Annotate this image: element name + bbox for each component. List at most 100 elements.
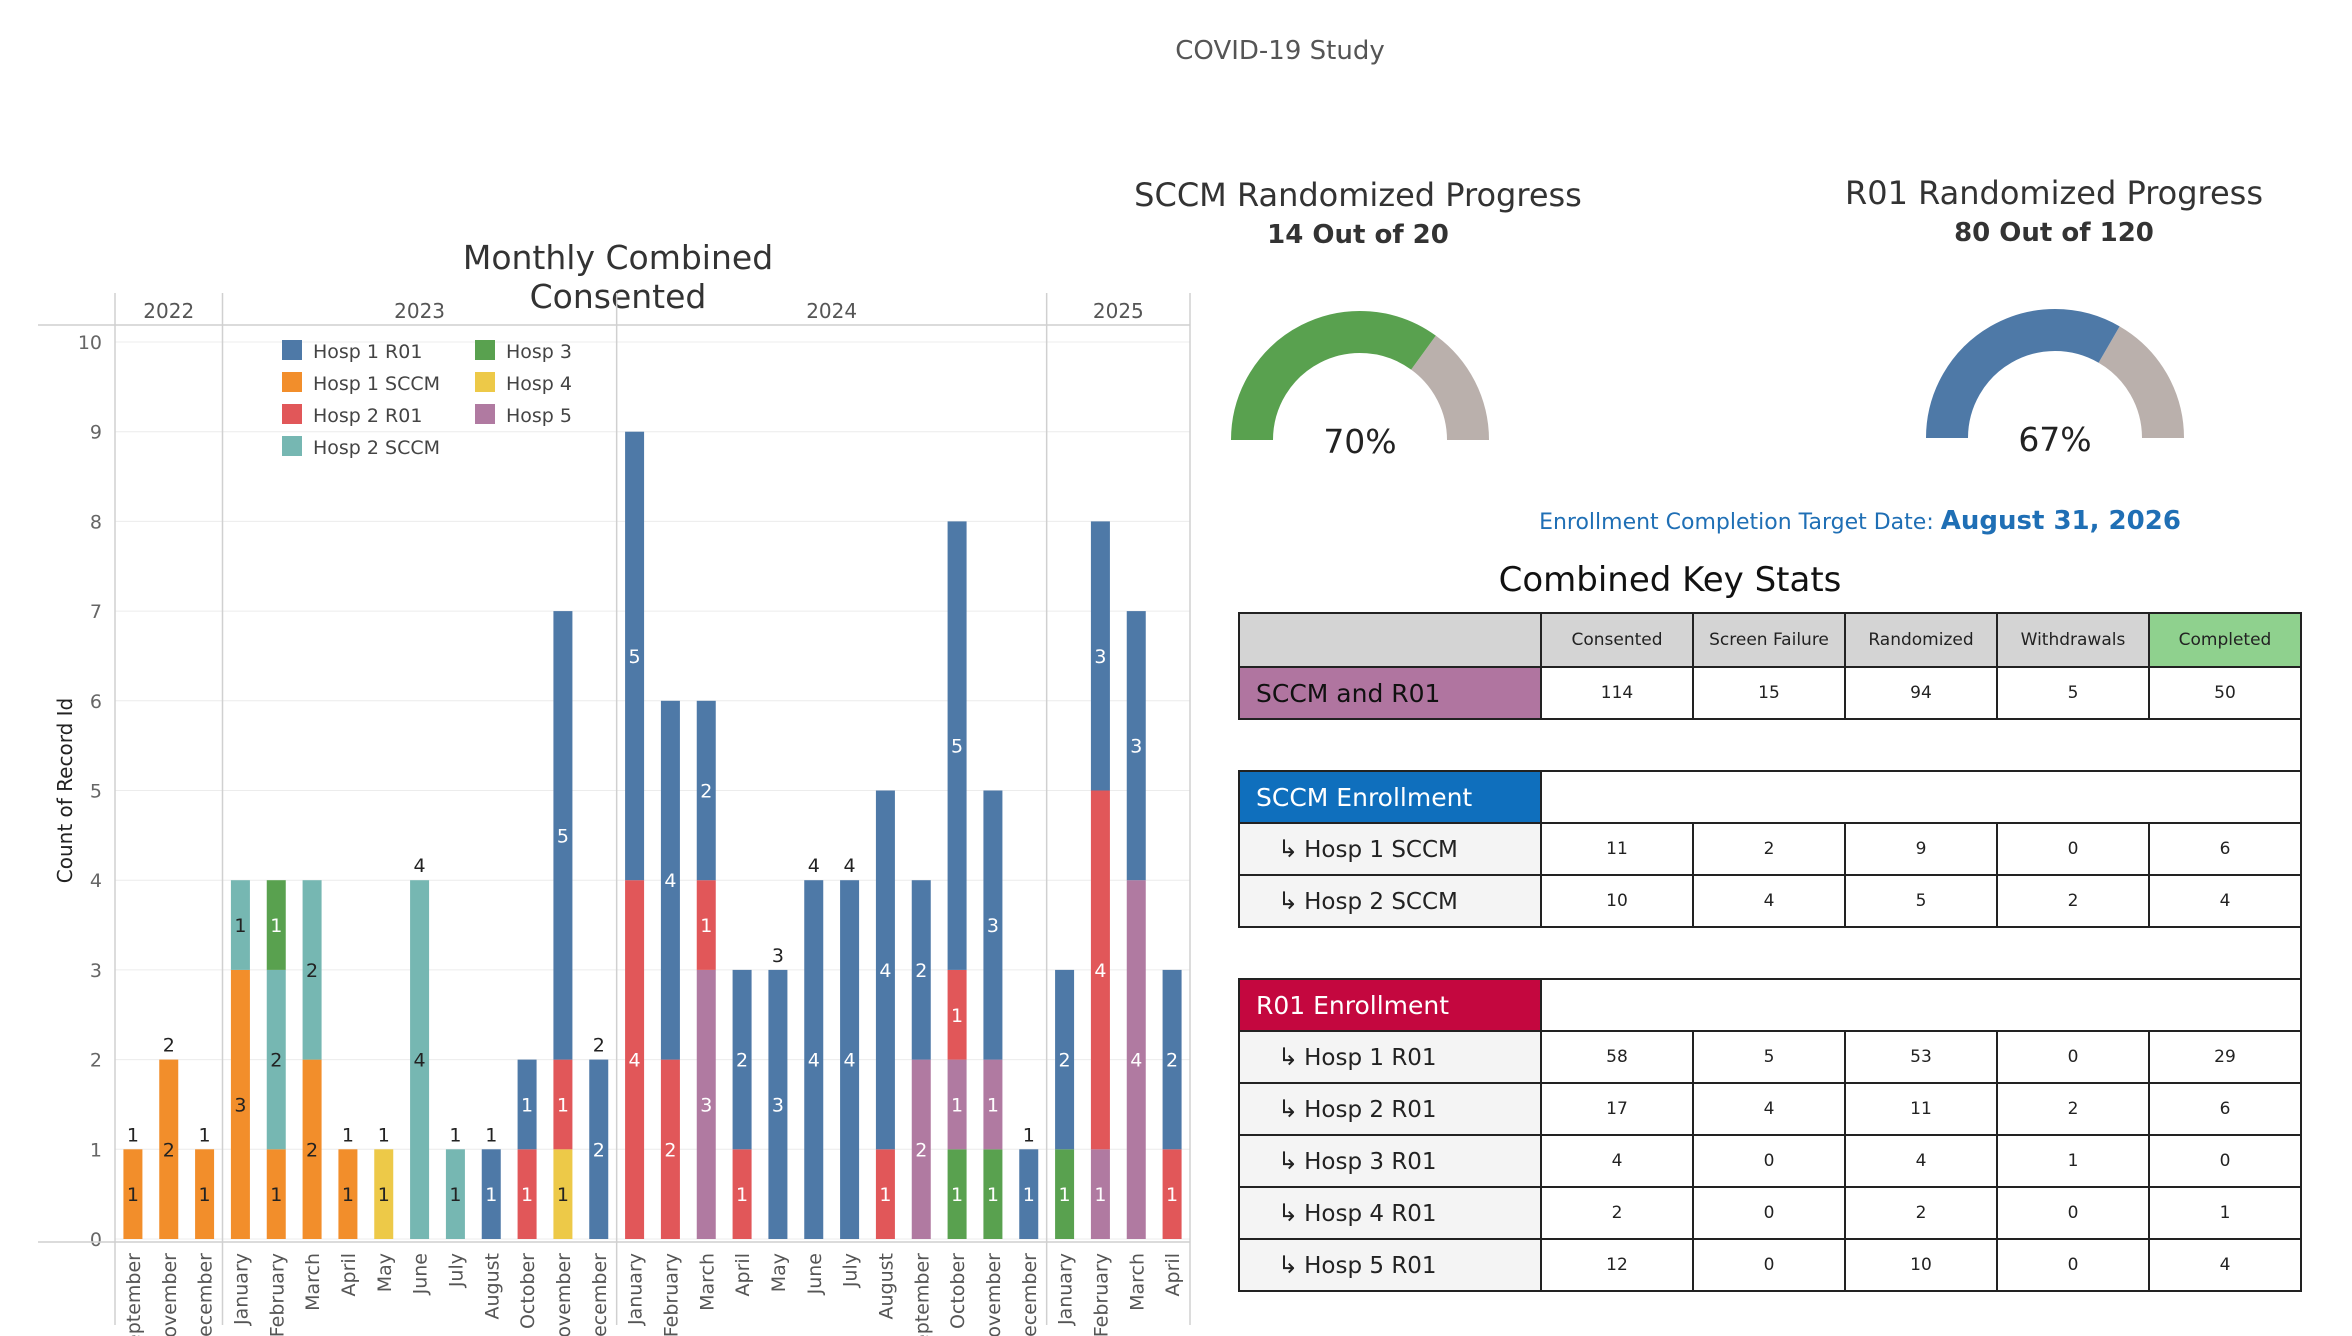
segment-label: 3	[987, 915, 999, 937]
legend-swatch	[282, 340, 302, 360]
segment-label: 4	[664, 870, 676, 892]
sccm-gauge-title: SCCM Randomized Progress	[1134, 176, 1582, 214]
y-tick-label: 3	[90, 960, 102, 982]
segment-label: 2	[736, 1050, 748, 1072]
segment-label: 2	[700, 781, 712, 803]
page-title: COVID-19 Study	[1175, 36, 1385, 66]
segment-label: 1	[951, 1184, 963, 1206]
stats-section-label: R01 Enrollment	[1238, 978, 1542, 1032]
stats-row-sccm-section: SCCM Enrollment	[1238, 770, 2302, 824]
bar-total-label: 4	[808, 855, 820, 877]
legend-label: Hosp 1 R01	[313, 341, 422, 363]
segment-label: 3	[1130, 736, 1142, 758]
stats-cell: 94	[1844, 666, 1998, 720]
stats-cell: 5	[1996, 666, 2150, 720]
stats-cell: 0	[1996, 822, 2150, 876]
bar-total-label: 3	[772, 945, 784, 967]
segment-label: 1	[270, 915, 282, 937]
stats-cell: 114	[1540, 666, 1694, 720]
segment-label: 2	[163, 1139, 175, 1161]
stats-row-label: ↳ Hosp 1 SCCM	[1238, 822, 1542, 876]
segment-label: 3	[772, 1094, 784, 1116]
x-tick-label: March	[696, 1253, 718, 1311]
x-tick-label: January	[625, 1253, 647, 1326]
legend-swatch	[475, 404, 495, 424]
segment-label: 1	[342, 1184, 354, 1206]
table-row: ↳ Hosp 2 SCCM 10 4 5 2 4	[1238, 874, 2302, 928]
segment-label: 1	[557, 1184, 569, 1206]
stats-section-label: SCCM Enrollment	[1238, 770, 1542, 824]
x-tick-label: April	[732, 1253, 754, 1296]
segment-label: 4	[1130, 1050, 1142, 1072]
stats-cell: 2	[1692, 822, 1846, 876]
segment-label: 3	[1094, 646, 1106, 668]
x-tick-label: December	[195, 1253, 217, 1336]
y-tick-label: 6	[90, 691, 102, 713]
stats-section-blank	[1541, 978, 2302, 1032]
x-tick-label: November	[159, 1253, 181, 1336]
segment-label: 1	[879, 1184, 891, 1206]
stats-cell: 29	[2148, 1030, 2302, 1084]
stats-cell: 17	[1540, 1082, 1694, 1136]
stats-row-label-text: Hosp 2 SCCM	[1304, 889, 1458, 915]
legend-swatch	[475, 372, 495, 392]
enrollment-target-date: August 31, 2026	[1940, 506, 2181, 536]
stats-cell: 2	[1996, 874, 2150, 928]
enrollment-target: Enrollment Completion Target Date: Augus…	[1330, 506, 2352, 536]
segment-label: 1	[951, 1005, 963, 1027]
segment-label: 1	[951, 1094, 963, 1116]
y-tick-label: 1	[90, 1139, 102, 1161]
stats-cell: 53	[1844, 1030, 1998, 1084]
stats-header-consented: Consented	[1540, 612, 1694, 668]
segment-label: 1	[521, 1094, 533, 1116]
bar-total-label: 1	[378, 1124, 390, 1146]
sub-row-arrow-icon: ↳	[1278, 1147, 1299, 1175]
r01-gauge-subtitle: 80 Out of 120	[1954, 218, 2154, 248]
stats-cell: 12	[1540, 1238, 1694, 1292]
table-row: ↳ Hosp 5 R01 12 0 10 0 4	[1238, 1238, 2302, 1292]
x-tick-label: June	[410, 1253, 432, 1295]
segment-label: 1	[485, 1184, 497, 1206]
segment-label: 2	[306, 960, 318, 982]
stats-cell: 4	[1540, 1134, 1694, 1188]
stats-cell: 10	[1844, 1238, 1998, 1292]
year-label: 2025	[1093, 299, 1144, 323]
segment-label: 2	[1059, 1050, 1071, 1072]
x-tick-label: December	[589, 1253, 611, 1336]
x-tick-label: May	[374, 1253, 396, 1292]
segment-label: 5	[557, 825, 569, 847]
x-tick-label: May	[768, 1253, 790, 1292]
legend-swatch	[475, 340, 495, 360]
sub-row-arrow-icon: ↳	[1278, 835, 1299, 863]
legend-label: Hosp 2 SCCM	[313, 437, 440, 459]
table-row: ↳ Hosp 3 R01 4 0 4 1 0	[1238, 1134, 2302, 1188]
stats-cell: 6	[2148, 822, 2302, 876]
bar-total-label: 1	[199, 1124, 211, 1146]
x-tick-label: October	[517, 1253, 539, 1329]
segment-label: 2	[270, 1050, 282, 1072]
segment-label: 4	[414, 1050, 426, 1072]
segment-label: 1	[234, 915, 246, 937]
bar-total-label: 2	[593, 1035, 605, 1057]
y-axis-title: Count of Record Id	[53, 698, 77, 883]
x-tick-label: November	[553, 1253, 575, 1336]
legend-swatch	[282, 404, 302, 424]
stats-cell: 5	[1844, 874, 1998, 928]
segment-label: 3	[700, 1094, 712, 1116]
stats-row-label: ↳ Hosp 5 R01	[1238, 1238, 1542, 1292]
stats-header-completed: Completed	[2148, 612, 2302, 668]
bar-total-label: 4	[414, 855, 426, 877]
segment-label: 1	[378, 1184, 390, 1206]
x-tick-label: February	[266, 1253, 288, 1336]
y-tick-label: 9	[90, 422, 102, 444]
stats-cell: 0	[2148, 1134, 2302, 1188]
segment-label: 1	[521, 1184, 533, 1206]
r01-gauge-title: R01 Randomized Progress	[1844, 174, 2264, 212]
stats-row-combined: SCCM and R01 114 15 94 5 50	[1238, 666, 2302, 720]
y-tick-label: 0	[90, 1229, 102, 1251]
x-tick-label: September	[123, 1253, 145, 1336]
y-tick-label: 8	[90, 511, 102, 533]
bar-total-label: 4	[844, 855, 856, 877]
stats-spacer-cell	[1239, 718, 2302, 772]
segment-label: 5	[629, 646, 641, 668]
